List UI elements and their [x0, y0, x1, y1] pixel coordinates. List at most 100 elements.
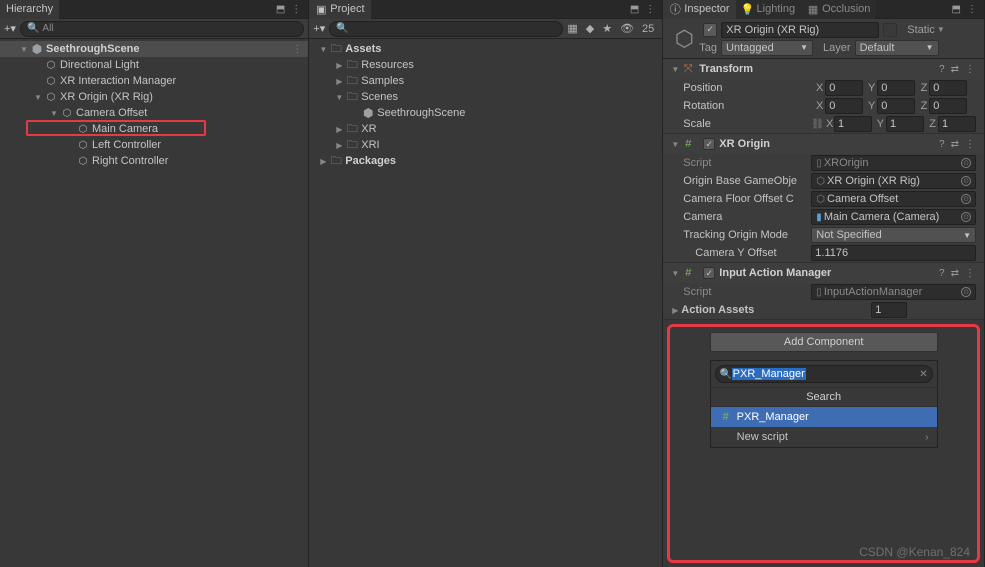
tag-dropdown[interactable]: Untagged ▼: [721, 40, 813, 56]
toggle-icon[interactable]: ▶: [333, 125, 345, 134]
preset-icon[interactable]: ⇄: [951, 64, 959, 75]
scene-row[interactable]: ▼ ⬢ SeethroughScene ⋮: [0, 41, 308, 57]
toggle-icon[interactable]: ▶: [669, 306, 681, 315]
component-input-action-manager: ▼ # ✓ Input Action Manager ? ⇄ ⋮ Script …: [663, 263, 984, 320]
toggle-icon[interactable]: ▼: [669, 140, 681, 149]
tab-inspector[interactable]: ⓘ Inspector: [663, 0, 735, 19]
toggle-icon[interactable]: ▼: [18, 45, 30, 54]
component-header[interactable]: ▼ # ✓ Input Action Manager ? ⇄ ⋮: [663, 263, 984, 283]
go-main-camera[interactable]: ⬡ Main Camera: [0, 121, 308, 137]
component-menu-icon[interactable]: ⋮: [965, 268, 975, 279]
tab-project[interactable]: ▣ Project: [309, 0, 370, 19]
menu-icon[interactable]: ⋮: [291, 4, 301, 15]
search-result-pxr-manager[interactable]: # PXR_Manager: [711, 407, 937, 427]
gameobject-icon[interactable]: ⬡: [669, 24, 699, 54]
object-field[interactable]: ⬡XR Origin (XR Rig) ⊙: [811, 173, 976, 189]
component-enabled-checkbox[interactable]: ✓: [703, 267, 715, 279]
scene-menu-icon[interactable]: ⋮: [292, 44, 302, 55]
folder-xri[interactable]: ▶ 🗀 XRI: [309, 137, 662, 153]
object-field[interactable]: ▮Main Camera (Camera) ⊙: [811, 209, 976, 225]
star-icon[interactable]: ★: [602, 22, 612, 35]
filter-icon[interactable]: ◆: [586, 22, 594, 35]
create-icon[interactable]: +▾: [313, 22, 325, 35]
hierarchy-search[interactable]: 🔍 All: [20, 21, 304, 37]
menu-icon[interactable]: ⋮: [645, 4, 655, 15]
preset-icon[interactable]: ⇄: [951, 139, 959, 150]
help-icon[interactable]: ?: [939, 268, 945, 279]
go-left-controller[interactable]: ⬡ Left Controller: [0, 137, 308, 153]
project-icon: ▣: [315, 3, 327, 15]
input-rot-y[interactable]: 0: [877, 98, 915, 114]
help-icon[interactable]: ?: [939, 139, 945, 150]
lock-icon[interactable]: ⬒: [276, 4, 285, 15]
favorite-icon[interactable]: ▦: [567, 22, 577, 35]
toggle-icon[interactable]: ▼: [32, 93, 44, 102]
object-picker-icon[interactable]: ⊙: [961, 194, 971, 204]
folder-assets[interactable]: ▼ 🗀 Assets: [309, 41, 662, 57]
static-checkbox[interactable]: [883, 23, 897, 37]
scene-file[interactable]: ⬢ SeethroughScene: [309, 105, 662, 121]
layer-dropdown[interactable]: Default ▼: [855, 40, 939, 56]
object-field[interactable]: ⬡Camera Offset ⊙: [811, 191, 976, 207]
folder-resources[interactable]: ▶ 🗀 Resources: [309, 57, 662, 73]
toggle-icon[interactable]: ▼: [317, 45, 329, 54]
input-scale-z[interactable]: 1: [938, 116, 976, 132]
toggle-icon[interactable]: ▶: [333, 61, 345, 70]
static-dropdown-icon[interactable]: ▼: [937, 25, 945, 34]
hidden-icon[interactable]: 👁: [620, 22, 634, 35]
lock-icon[interactable]: ⬒: [952, 4, 961, 15]
object-picker-icon[interactable]: ⊙: [961, 287, 971, 297]
input-pos-y[interactable]: 0: [877, 80, 915, 96]
component-enabled-checkbox[interactable]: ✓: [703, 138, 715, 150]
create-icon[interactable]: +▾: [4, 22, 16, 35]
input-action-count[interactable]: 1: [871, 302, 907, 318]
go-camera-offset[interactable]: ▼ ⬡ Camera Offset: [0, 105, 308, 121]
folder-samples[interactable]: ▶ 🗀 Samples: [309, 73, 662, 89]
tab-hierarchy[interactable]: Hierarchy: [0, 0, 59, 19]
object-picker-icon[interactable]: ⊙: [961, 212, 971, 222]
folder-xr[interactable]: ▶ 🗀 XR: [309, 121, 662, 137]
preset-icon[interactable]: ⇄: [951, 268, 959, 279]
component-menu-icon[interactable]: ⋮: [965, 64, 975, 75]
clear-icon[interactable]: ✕: [919, 369, 927, 380]
input-rot-x[interactable]: 0: [825, 98, 863, 114]
search-result-new-script[interactable]: New script ›: [711, 427, 937, 447]
tracking-dropdown[interactable]: Not Specified ▼: [811, 227, 976, 243]
toggle-icon[interactable]: ▼: [48, 109, 60, 118]
go-directional-light[interactable]: ⬡ Directional Light: [0, 57, 308, 73]
component-header[interactable]: ▼ # ✓ XR Origin ? ⇄ ⋮: [663, 134, 984, 154]
go-name-input[interactable]: XR Origin (XR Rig): [721, 22, 879, 38]
folder-scenes[interactable]: ▼ 🗀 Scenes: [309, 89, 662, 105]
help-icon[interactable]: ?: [939, 64, 945, 75]
object-picker-icon[interactable]: ⊙: [961, 176, 971, 186]
toggle-icon[interactable]: ▶: [317, 157, 329, 166]
go-xr-interaction[interactable]: ⬡ XR Interaction Manager: [0, 73, 308, 89]
link-icon[interactable]: ⛓: [811, 119, 824, 130]
lock-icon[interactable]: ⬒: [630, 4, 639, 15]
toggle-icon[interactable]: ▶: [333, 141, 345, 150]
tab-lighting[interactable]: 💡 Lighting: [736, 0, 802, 19]
add-component-button[interactable]: Add Component: [710, 332, 938, 352]
tab-occlusion[interactable]: ▦ Occlusion: [801, 0, 876, 19]
input-y-offset[interactable]: 1.1176: [811, 245, 976, 261]
go-right-controller[interactable]: ⬡ Right Controller: [0, 153, 308, 169]
folder-packages[interactable]: ▶ 🗀 Packages: [309, 153, 662, 169]
go-xr-origin[interactable]: ▼ ⬡ XR Origin (XR Rig): [0, 89, 308, 105]
toggle-icon[interactable]: ▶: [333, 77, 345, 86]
menu-icon[interactable]: ⋮: [967, 4, 977, 15]
input-scale-y[interactable]: 1: [886, 116, 924, 132]
toggle-icon[interactable]: ▼: [333, 93, 345, 102]
component-header[interactable]: ▼ ⤧ Transform ? ⇄ ⋮: [663, 59, 984, 79]
go-active-checkbox[interactable]: ✓: [703, 23, 717, 37]
component-menu-icon[interactable]: ⋮: [965, 139, 975, 150]
input-scale-x[interactable]: 1: [834, 116, 872, 132]
toggle-icon[interactable]: ▼: [669, 65, 681, 74]
transform-icon: ⤧: [681, 62, 695, 76]
input-pos-x[interactable]: 0: [825, 80, 863, 96]
project-search[interactable]: 🔍: [329, 21, 563, 37]
input-rot-z[interactable]: 0: [929, 98, 967, 114]
toggle-icon[interactable]: ▼: [669, 269, 681, 278]
component-search-input[interactable]: 🔍 PXR_Manager ✕: [715, 365, 933, 383]
input-pos-z[interactable]: 0: [929, 80, 967, 96]
object-picker-icon[interactable]: ⊙: [961, 158, 971, 168]
